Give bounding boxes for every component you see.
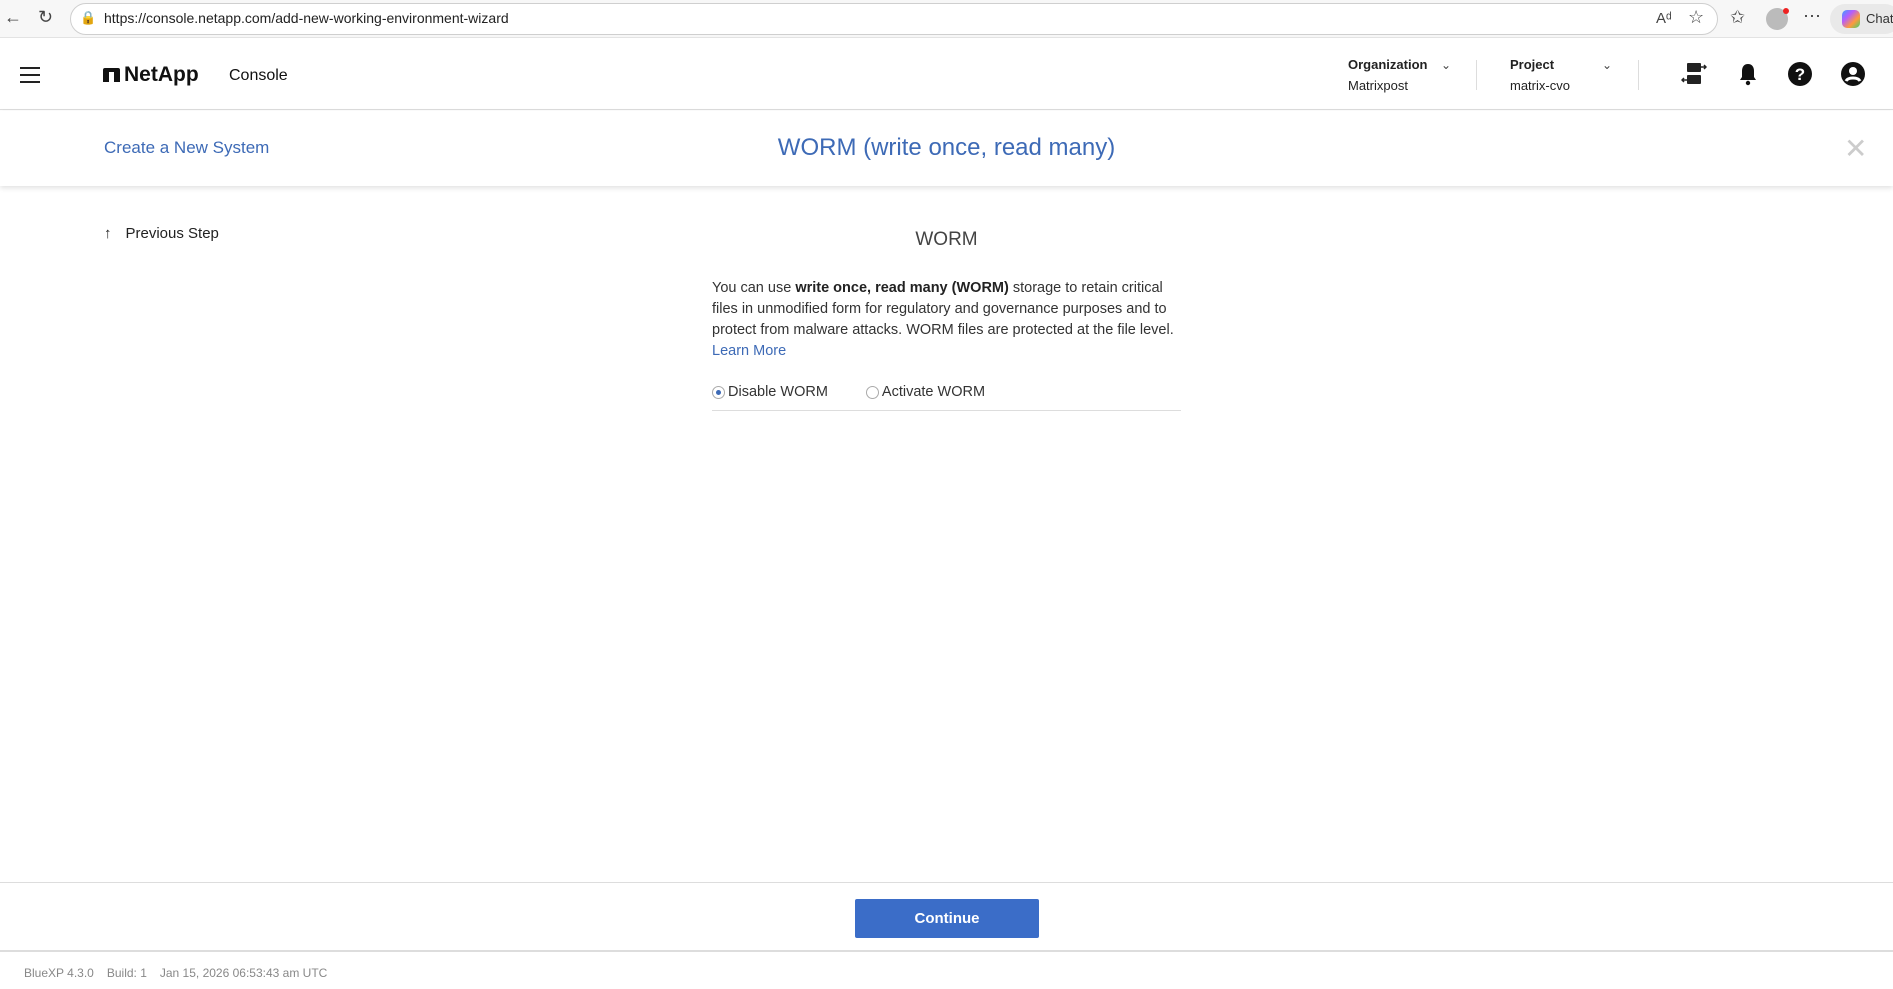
lock-icon: 🔒 [80,10,97,25]
continue-button[interactable]: Continue [855,899,1039,938]
organization-value: Matrixpost [1348,78,1408,93]
radio-unchecked-icon[interactable] [865,385,879,399]
radio-activate-worm[interactable]: Activate WORM [865,382,986,402]
app-footer: BlueXP 4.3.0 Build: 1 Jan 15, 2026 06:53… [24,966,327,980]
version-text: BlueXP 4.3.0 [24,966,94,980]
organization-label: Organization [1348,57,1428,72]
close-icon[interactable]: ✕ [1844,135,1867,163]
divider [1638,60,1639,90]
read-aloud-icon[interactable]: Aᵈ [1656,10,1672,27]
radio-label: Disable WORM [728,384,828,400]
desc-text: You can use [712,280,796,296]
netapp-logo-icon [103,68,120,82]
connector-icon[interactable] [1680,60,1708,88]
timestamp-text: Jan 15, 2026 06:53:43 am UTC [159,966,328,980]
reload-icon[interactable]: ↻ [38,7,53,28]
copilot-icon [1842,10,1860,28]
more-icon[interactable]: ⋯ [1803,6,1821,27]
url-text[interactable]: https://console.netapp.com/add-new-worki… [104,10,509,26]
chevron-down-icon[interactable]: ⌄ [1441,58,1451,72]
project-value: matrix-cvo [1510,78,1570,93]
learn-more-link[interactable]: Learn More [712,343,786,359]
user-account-icon[interactable] [1839,60,1867,88]
worm-description: You can use write once, read many (WORM)… [712,278,1184,362]
previous-step-label: Previous Step [125,225,219,242]
favorite-star-icon[interactable]: ☆ [1688,7,1704,28]
previous-step-button[interactable]: ↑ Previous Step [104,225,219,242]
section-heading: WORM [915,229,978,250]
chevron-down-icon[interactable]: ⌄ [1602,58,1612,72]
divider [1476,60,1477,90]
copilot-label: Chat [1866,11,1893,26]
radio-disable-worm[interactable]: Disable WORM [712,382,828,402]
radio-checked-icon[interactable] [712,385,725,399]
notifications-bell-icon[interactable] [1734,60,1762,88]
product-name: Console [229,67,288,84]
project-label: Project [1510,57,1555,72]
build-text: Build: 1 [106,966,147,980]
favorites-icon[interactable]: ✩ [1730,7,1745,28]
arrow-up-icon: ↑ [104,225,112,242]
radio-label: Activate WORM [881,384,986,400]
project-selector[interactable]: Project matrix-cvo [1510,57,1570,93]
brand-logo[interactable]: NetApp [124,63,199,87]
back-icon[interactable]: ← [4,7,22,28]
notification-dot-icon [1783,8,1789,14]
desc-bold-text: write once, read many (WORM) [795,280,1009,296]
worm-radio-group: Disable WORM Activate WORM [712,382,1181,411]
menu-icon[interactable] [20,67,40,83]
page-title: WORM (write once, read many) [777,134,1116,161]
help-icon[interactable]: ? [1786,60,1814,88]
organization-selector[interactable]: Organization Matrixpost [1348,57,1427,93]
svg-text:?: ? [1795,65,1805,84]
